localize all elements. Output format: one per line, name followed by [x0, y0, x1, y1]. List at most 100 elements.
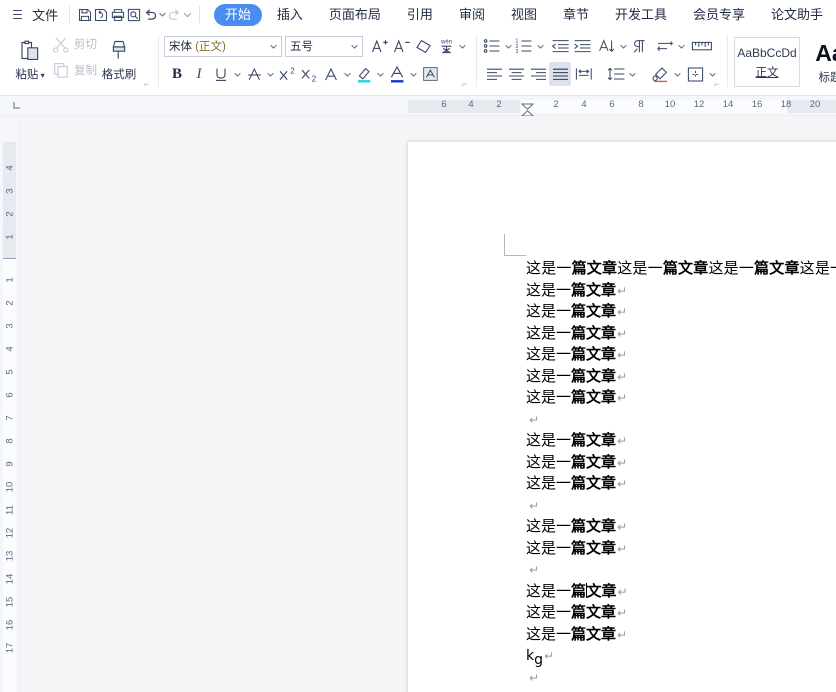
paragraph-line[interactable]: 这是一篇文章↵ [526, 602, 836, 624]
paragraph-line[interactable]: 这是一篇文章↵ [526, 280, 836, 302]
hamburger-icon[interactable] [13, 9, 23, 20]
copy-button[interactable]: 复制 [52, 57, 97, 83]
shading-caret-icon[interactable] [672, 62, 683, 86]
align-right-icon[interactable] [527, 62, 549, 86]
decrease-indent-icon[interactable] [549, 34, 571, 58]
paragraph-layout-caret-icon[interactable] [676, 34, 687, 58]
empty-paragraph-line[interactable]: ↵ [526, 495, 836, 517]
paragraph-line[interactable]: 这是一篇文章这是一篇文章这是一篇文章这是一篇文章 [526, 258, 836, 280]
pinyin-guide-icon[interactable]: wén [435, 34, 457, 58]
document-workspace[interactable]: 这是一篇文章这是一篇文章这是一篇文章这是一篇文章 这是一篇文章↵ 这是一篇文章↵… [20, 116, 836, 692]
font-color-caret-icon[interactable] [408, 62, 419, 86]
paragraph-line[interactable]: 这是一篇文章↵ [526, 538, 836, 560]
paragraph-line-with-caret[interactable]: 这是一篇文章↵ [526, 581, 836, 603]
line-spacing-icon[interactable] [605, 62, 627, 86]
underline-button[interactable] [210, 62, 232, 86]
print-icon[interactable] [109, 2, 125, 27]
paragraph-line-kg[interactable]: kg↵ [526, 645, 836, 668]
numbering-icon[interactable]: 1 2 3 [514, 34, 535, 58]
font-family-combobox[interactable]: 宋体 (正文) [164, 35, 282, 57]
font-color-icon[interactable] [386, 62, 408, 86]
empty-paragraph-line[interactable]: ↵ [526, 559, 836, 581]
file-menu-button[interactable]: 文件 [28, 3, 62, 26]
paragraph-layout-icon[interactable] [654, 34, 676, 58]
vertical-ruler[interactable]: 4 3 2 1 1 2 3 4 5 6 7 8 9 10 11 12 13 14… [0, 116, 20, 692]
font-expand-icon[interactable]: ⌐ [462, 79, 467, 89]
underline-caret-icon[interactable] [232, 62, 243, 86]
decrease-font-size-icon[interactable] [391, 34, 413, 58]
sort-icon[interactable] [596, 34, 618, 58]
pinyin-guide-caret-icon[interactable] [457, 34, 468, 58]
align-justify-icon[interactable] [549, 62, 571, 86]
undo-icon[interactable] [142, 2, 159, 27]
font-size-combobox[interactable]: 五号 [285, 35, 363, 57]
empty-paragraph-line[interactable]: ↵ [526, 409, 836, 431]
italic-button[interactable]: I [188, 62, 210, 86]
paragraph-line[interactable]: 这是一篇文章↵ [526, 624, 836, 646]
paragraph-line[interactable]: 这是一篇文章↵ [526, 323, 836, 345]
paragraph-line[interactable]: 这是一篇文章↵ [526, 366, 836, 388]
paragraph-line[interactable]: 这是一篇文章↵ [526, 430, 836, 452]
tab-thesis-assistant[interactable]: 论文助手 [760, 4, 834, 26]
font-size-caret-icon[interactable] [351, 40, 358, 52]
font-family-caret-icon[interactable] [270, 40, 277, 52]
first-line-indent-marker[interactable] [520, 97, 535, 110]
bold-button[interactable]: B [166, 62, 188, 86]
highlight-color-caret-icon[interactable] [375, 62, 386, 86]
style-item-heading[interactable]: Aa 标题 [800, 37, 836, 87]
tab-view[interactable]: 视图 [500, 4, 548, 26]
tab-start[interactable]: 开始 [213, 3, 262, 26]
increase-font-size-icon[interactable] [369, 34, 391, 58]
paragraph-line[interactable]: 这是一篇文章↵ [526, 387, 836, 409]
redo-icon[interactable] [166, 2, 183, 27]
clear-formatting-icon[interactable] [413, 34, 435, 58]
bullets-caret-icon[interactable] [503, 34, 514, 58]
paragraph-line[interactable]: 这是一篇文章↵ [526, 301, 836, 323]
document-page[interactable]: 这是一篇文章这是一篇文章这是一篇文章这是一篇文章 这是一篇文章↵ 这是一篇文章↵… [408, 142, 836, 692]
tab-page-layout[interactable]: 页面布局 [318, 4, 392, 26]
left-tab-stop-icon[interactable] [13, 102, 20, 109]
tab-insert[interactable]: 插入 [266, 4, 314, 26]
numbering-caret-icon[interactable] [535, 34, 546, 58]
bullets-icon[interactable] [482, 34, 503, 58]
sort-caret-icon[interactable] [618, 34, 629, 58]
subscript-button[interactable]: 2 [298, 62, 320, 86]
undo-dropdown-caret-icon[interactable] [159, 2, 167, 27]
tab-section[interactable]: 章节 [552, 4, 600, 26]
borders-icon[interactable] [683, 62, 707, 86]
paragraph-expand-icon[interactable]: ⌐ [714, 79, 719, 89]
tab-references[interactable]: 引用 [396, 4, 444, 26]
highlight-color-icon[interactable] [353, 62, 375, 86]
align-distribute-icon[interactable] [571, 62, 596, 86]
hanging-indent-marker[interactable] [520, 104, 535, 117]
tab-member-exclusive[interactable]: 会员专享 [682, 4, 756, 26]
shading-icon[interactable] [648, 62, 672, 86]
paragraph-line[interactable]: 这是一篇文章↵ [526, 473, 836, 495]
paste-button[interactable]: 粘贴 ▾ [10, 33, 50, 82]
show-marks-icon[interactable] [629, 34, 651, 58]
strikethrough-caret-icon[interactable] [265, 62, 276, 86]
clipboard-expand-icon[interactable]: ⌐ [144, 79, 149, 89]
character-border-icon[interactable] [320, 62, 342, 86]
empty-paragraph-line[interactable]: ↵ [526, 667, 836, 689]
quick-access-customize-icon[interactable] [183, 2, 192, 27]
character-shading-icon[interactable] [419, 62, 441, 86]
line-spacing-caret-icon[interactable] [627, 62, 638, 86]
horizontal-ruler[interactable]: 6 4 2 2 4 6 8 10 12 14 16 18 20 [0, 96, 836, 124]
cut-button[interactable]: 剪切 [52, 31, 97, 57]
paragraph-line[interactable]: 这是一篇文章↵ [526, 516, 836, 538]
style-item-normal[interactable]: AaBbCcDd 正文 [734, 37, 800, 87]
tab-review[interactable]: 审阅 [448, 4, 496, 26]
increase-indent-icon[interactable] [571, 34, 593, 58]
character-border-caret-icon[interactable] [342, 62, 353, 86]
print-preview-icon[interactable] [126, 2, 142, 27]
superscript-button[interactable]: 2 [276, 62, 298, 86]
strikethrough-button[interactable] [243, 62, 265, 86]
paragraph-line[interactable]: 这是一篇文章↵ [526, 452, 836, 474]
document-body-text[interactable]: 这是一篇文章这是一篇文章这是一篇文章这是一篇文章 这是一篇文章↵ 这是一篇文章↵… [526, 258, 836, 688]
paragraph-line[interactable]: 这是一篇文章↵ [526, 344, 836, 366]
tab-developer-tools[interactable]: 开发工具 [604, 4, 678, 26]
save-icon[interactable] [77, 2, 93, 27]
align-left-icon[interactable] [483, 62, 505, 86]
format-painter-button[interactable]: 格式刷 [97, 33, 141, 82]
